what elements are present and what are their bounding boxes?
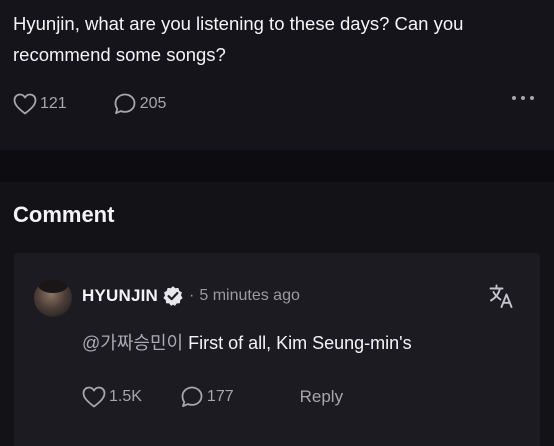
- screen: Hyunjin, what are you listening to these…: [0, 0, 554, 446]
- comment-header: HYUNJIN · 5 minutes ago: [82, 285, 300, 307]
- post-comment-count: 205: [139, 95, 167, 112]
- avatar[interactable]: [34, 279, 72, 317]
- comment-text: First of all, Kim Seung-min's: [188, 333, 412, 353]
- post-like-button[interactable]: 121: [13, 93, 67, 115]
- comment-bubble-icon: [114, 93, 136, 115]
- post-actions: 121 205: [13, 92, 166, 116]
- verified-badge-icon: [163, 286, 183, 306]
- comment-body: @가짜승민이 First of all, Kim Seung-min's: [82, 329, 412, 355]
- reply-button[interactable]: Reply: [300, 387, 343, 407]
- more-dot: [512, 96, 516, 100]
- comment-reply-count-button[interactable]: 177: [180, 385, 234, 409]
- more-horizontal-icon[interactable]: [512, 96, 534, 100]
- post-like-count: 121: [40, 95, 67, 112]
- more-dot: [521, 96, 525, 100]
- translate-icon[interactable]: [488, 282, 516, 310]
- mention-link[interactable]: @가짜승민이: [82, 333, 183, 353]
- comment-time: 5 minutes ago: [199, 287, 300, 304]
- more-dot: [530, 96, 534, 100]
- author-name[interactable]: HYUNJIN: [82, 286, 158, 306]
- post-text: Hyunjin, what are you listening to these…: [13, 13, 464, 65]
- section-title: Comment: [13, 202, 115, 227]
- comment-reply-count: 177: [206, 388, 234, 405]
- post-comment-button[interactable]: 205: [113, 92, 167, 116]
- heart-icon: [82, 386, 106, 408]
- heart-icon: [13, 93, 37, 115]
- comment-section: Comment HYUNJIN · 5 minutes ago @가짜승민이 F…: [0, 182, 554, 446]
- comment-like-count: 1.5K: [109, 388, 142, 405]
- comment-like-button[interactable]: 1.5K: [82, 386, 142, 408]
- comment-card: HYUNJIN · 5 minutes ago @가짜승민이 First of …: [14, 253, 540, 446]
- comment-bubble-icon: [181, 386, 203, 408]
- post: Hyunjin, what are you listening to these…: [0, 0, 554, 150]
- comment-separator: ·: [189, 287, 195, 304]
- comment-actions: 1.5K 177 Reply: [82, 385, 343, 409]
- section-divider: [0, 150, 554, 182]
